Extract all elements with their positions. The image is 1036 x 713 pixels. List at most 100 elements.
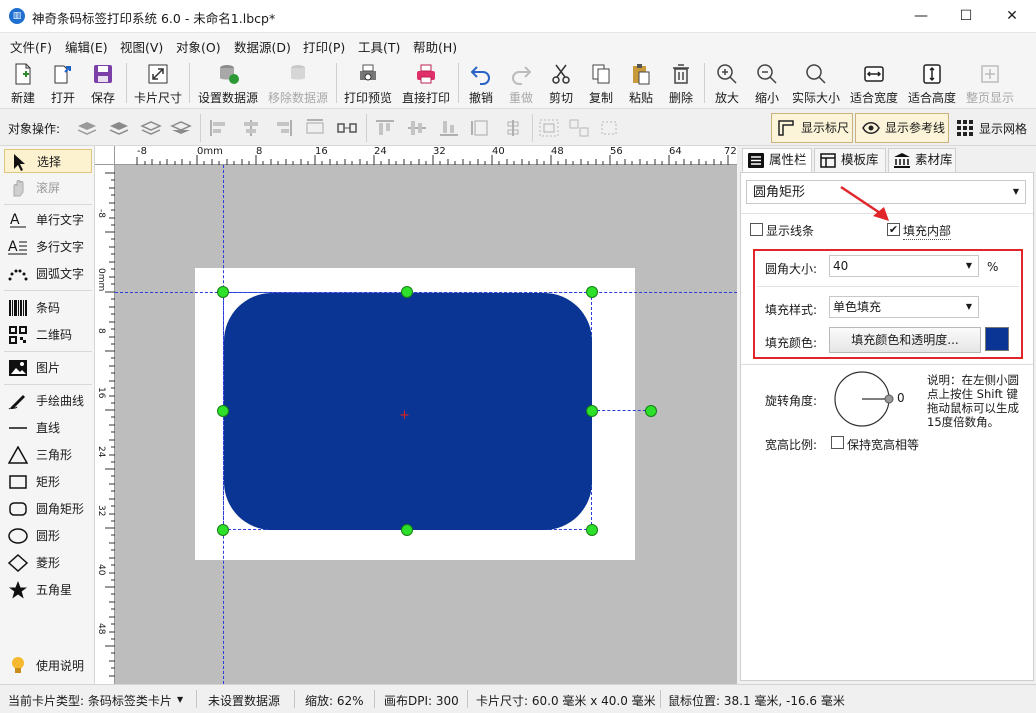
group-icon[interactable] bbox=[538, 118, 560, 138]
actual-size-button[interactable]: 实际大小 bbox=[790, 60, 842, 106]
chevron-down-icon[interactable]: ▼ bbox=[177, 695, 183, 704]
open-button[interactable]: 打开 bbox=[45, 60, 81, 106]
tab-template-library[interactable]: 模板库 bbox=[814, 148, 886, 172]
vertical-ruler: -8 0mm 8 16 24 32 40 48 bbox=[95, 165, 115, 684]
resize-handle-bottom-left[interactable] bbox=[217, 524, 229, 536]
tool-help[interactable]: 使用说明 bbox=[4, 654, 92, 678]
remove-datasource-button[interactable]: 移除数据源 bbox=[266, 60, 330, 106]
tool-rectangle[interactable]: 矩形 bbox=[4, 470, 92, 494]
set-datasource-button[interactable]: 设置数据源 bbox=[196, 60, 260, 106]
rotation-handle[interactable] bbox=[645, 405, 657, 417]
resize-handle-right[interactable] bbox=[586, 405, 598, 417]
align-top-icon[interactable] bbox=[374, 118, 396, 138]
menu-datasource[interactable]: 数据源(D) bbox=[234, 37, 291, 56]
bring-forward-icon[interactable] bbox=[108, 118, 130, 138]
copy-button[interactable]: 复制 bbox=[584, 60, 618, 106]
align-bottom-icon[interactable] bbox=[438, 118, 460, 138]
menu-print[interactable]: 打印(P) bbox=[303, 37, 345, 56]
align-middle-icon[interactable] bbox=[406, 118, 428, 138]
tool-multi-line-text[interactable]: A 多行文字 bbox=[4, 235, 92, 259]
paste-icon bbox=[633, 64, 650, 85]
resize-handle-top[interactable] bbox=[401, 286, 413, 298]
bring-front-icon[interactable] bbox=[76, 118, 98, 138]
distribute-horizontal-icon[interactable] bbox=[304, 118, 326, 138]
tool-rounded-rectangle[interactable]: 圆角矩形 bbox=[4, 497, 92, 521]
card-type-status[interactable]: 当前卡片类型: 条码标签类卡片 bbox=[8, 692, 172, 709]
print-preview-button[interactable]: 打印预览 bbox=[342, 60, 394, 106]
show-ruler-toggle[interactable]: 显示标尺 bbox=[771, 113, 853, 143]
tool-barcode[interactable]: 条码 bbox=[4, 296, 92, 320]
tool-triangle[interactable]: 三角形 bbox=[4, 443, 92, 467]
same-width-icon[interactable] bbox=[470, 118, 492, 138]
qrcode-icon bbox=[9, 326, 27, 344]
zoom-out-button[interactable]: 缩小 bbox=[750, 60, 784, 106]
tab-asset-library[interactable]: 素材库 bbox=[888, 148, 956, 172]
tool-image[interactable]: 图片 bbox=[4, 356, 92, 380]
menu-help[interactable]: 帮助(H) bbox=[413, 37, 457, 56]
resize-handle-bottom-right[interactable] bbox=[586, 524, 598, 536]
delete-button[interactable]: 删除 bbox=[664, 60, 698, 106]
divider bbox=[741, 364, 1033, 365]
fit-page-button[interactable]: 整页显示 bbox=[964, 60, 1016, 106]
resize-handle-bottom[interactable] bbox=[401, 524, 413, 536]
distribute-vertical-icon[interactable] bbox=[336, 118, 358, 138]
chevron-down-icon: ▼ bbox=[965, 302, 972, 311]
tool-line[interactable]: 直线 bbox=[4, 416, 92, 440]
rotation-dial[interactable] bbox=[833, 370, 899, 430]
minimize-button[interactable]: — bbox=[898, 0, 944, 32]
maximize-button[interactable]: ☐ bbox=[943, 0, 989, 32]
resize-handle-left[interactable] bbox=[217, 405, 229, 417]
show-guides-toggle[interactable]: 显示参考线 bbox=[855, 113, 949, 143]
direct-print-button[interactable]: 直接打印 bbox=[400, 60, 452, 106]
design-canvas[interactable]: + bbox=[115, 165, 737, 684]
ungroup-icon[interactable] bbox=[568, 118, 590, 138]
keep-aspect-label: 保持宽高相等 bbox=[847, 438, 920, 452]
new-button[interactable]: 新建 bbox=[5, 60, 41, 106]
menu-tools[interactable]: 工具(T) bbox=[358, 37, 400, 56]
menu-file[interactable]: 文件(F) bbox=[10, 37, 52, 56]
close-button[interactable]: ✕ bbox=[989, 0, 1035, 32]
tab-properties[interactable]: 属性栏 bbox=[742, 148, 812, 172]
zoom-in-button[interactable]: 放大 bbox=[710, 60, 744, 106]
tool-diamond[interactable]: 菱形 bbox=[4, 551, 92, 575]
tool-pan[interactable]: 滚屏 bbox=[4, 176, 92, 200]
send-backward-icon[interactable] bbox=[140, 118, 162, 138]
show-border-checkbox[interactable] bbox=[750, 223, 763, 236]
tool-select[interactable]: 选择 bbox=[4, 149, 92, 173]
paste-button[interactable]: 粘贴 bbox=[624, 60, 658, 106]
align-right-icon[interactable] bbox=[272, 118, 294, 138]
same-height-icon[interactable] bbox=[502, 118, 524, 138]
tool-qrcode[interactable]: 二维码 bbox=[4, 323, 92, 347]
tool-freehand[interactable]: 手绘曲线 bbox=[4, 389, 92, 413]
fit-width-button[interactable]: 适合宽度 bbox=[848, 60, 900, 106]
resize-handle-top-right[interactable] bbox=[586, 286, 598, 298]
keep-aspect-checkbox[interactable] bbox=[831, 436, 844, 449]
cut-button[interactable]: 剪切 bbox=[544, 60, 578, 106]
corner-size-select[interactable]: 40 ▼ bbox=[829, 255, 979, 277]
save-button[interactable]: 保存 bbox=[85, 60, 121, 106]
undo-button[interactable]: 撤销 bbox=[464, 60, 498, 106]
resize-handle-top-left[interactable] bbox=[217, 286, 229, 298]
send-back-icon[interactable] bbox=[170, 118, 192, 138]
pen-icon bbox=[8, 395, 25, 410]
card-size-button[interactable]: 卡片尺寸 bbox=[132, 60, 184, 106]
fill-color-swatch[interactable] bbox=[985, 327, 1009, 351]
tool-arc-text[interactable]: 圆弧文字 bbox=[4, 262, 92, 286]
fit-height-button[interactable]: 适合高度 bbox=[906, 60, 958, 106]
redo-button[interactable]: 重做 bbox=[504, 60, 538, 106]
lock-icon[interactable] bbox=[598, 118, 620, 138]
menu-edit[interactable]: 编辑(E) bbox=[65, 37, 108, 56]
tool-single-line-text[interactable]: A 单行文字 bbox=[4, 208, 92, 232]
show-grid-toggle[interactable]: 显示网格 bbox=[955, 113, 1033, 143]
tool-star[interactable]: 五角星 bbox=[4, 578, 92, 602]
fill-inside-checkbox[interactable]: ✔ bbox=[887, 223, 900, 236]
triangle-icon bbox=[8, 446, 28, 464]
align-left-icon[interactable] bbox=[208, 118, 230, 138]
fill-color-button[interactable]: 填充颜色和透明度... bbox=[829, 327, 981, 353]
menu-view[interactable]: 视图(V) bbox=[120, 37, 163, 56]
menu-object[interactable]: 对象(O) bbox=[176, 37, 221, 56]
ruler-top-label: 0mm bbox=[197, 146, 223, 157]
fill-style-select[interactable]: 单色填充 ▼ bbox=[829, 296, 979, 318]
tool-ellipse[interactable]: 圆形 bbox=[4, 524, 92, 548]
align-center-icon[interactable] bbox=[240, 118, 262, 138]
